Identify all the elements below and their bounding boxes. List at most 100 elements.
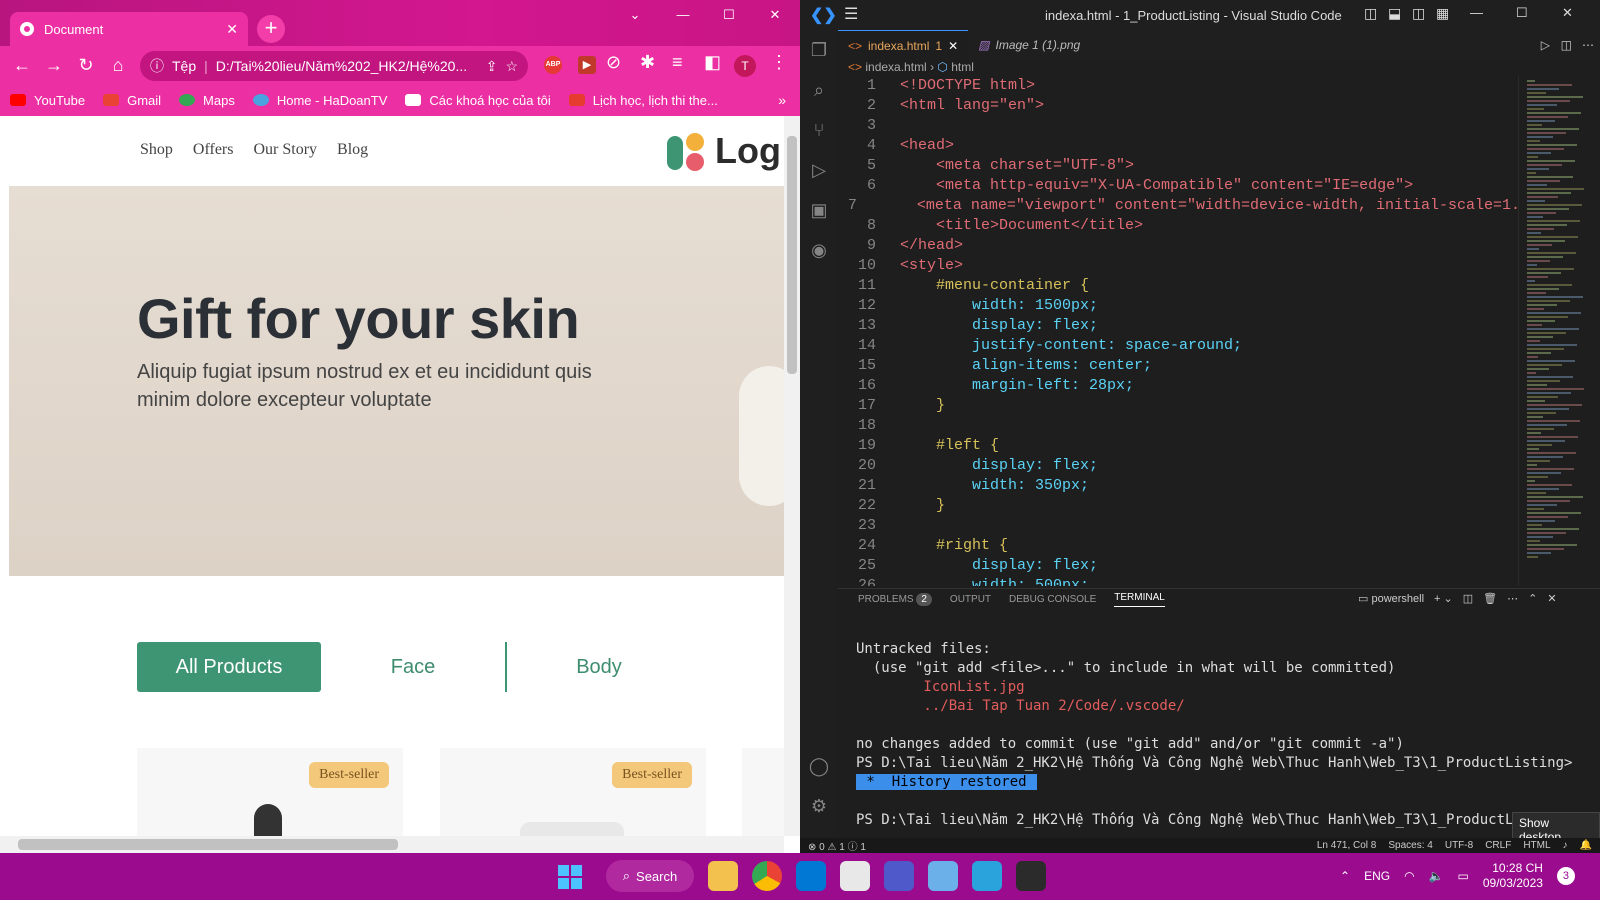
new-terminal-icon[interactable]: + ⌄: [1434, 592, 1453, 605]
tab-face[interactable]: Face: [321, 642, 505, 692]
bookmark-youtube[interactable]: YouTube: [10, 93, 85, 108]
split-editor-icon[interactable]: ◫: [1561, 38, 1572, 52]
vscode-taskbar-icon[interactable]: [796, 861, 826, 891]
extensions-icon[interactable]: ▣: [800, 190, 838, 230]
chrome-icon[interactable]: [752, 861, 782, 891]
terminal-app-icon[interactable]: [1016, 861, 1046, 891]
code-line[interactable]: 20 display: flex;: [838, 456, 1538, 476]
teams-icon[interactable]: [884, 861, 914, 891]
code-line[interactable]: 2 <html lang="en">: [838, 96, 1538, 116]
maximize-button[interactable]: ☐: [1516, 5, 1528, 21]
photos-app-icon[interactable]: [840, 861, 870, 891]
product-card[interactable]: Best-seller: [440, 748, 706, 836]
customize-layout-icon[interactable]: ▦: [1436, 5, 1449, 22]
product-card[interactable]: Best-seller: [137, 748, 403, 836]
code-line[interactable]: 5 <meta charset="UTF-8">: [838, 156, 1538, 176]
code-line[interactable]: 19 #left {: [838, 436, 1538, 456]
breadcrumb-element[interactable]: html: [951, 60, 974, 74]
site-logo[interactable]: Log: [665, 130, 781, 172]
code-line[interactable]: 15 align-items: center;: [838, 356, 1538, 376]
search-icon[interactable]: ⌕: [800, 70, 838, 110]
extension-icon[interactable]: ▶: [578, 56, 596, 74]
image-app-icon[interactable]: [928, 861, 958, 891]
media-controls-icon[interactable]: ≡: [672, 52, 683, 73]
close-tab-icon[interactable]: ✕: [948, 39, 958, 53]
home-icon[interactable]: ⌂: [102, 55, 134, 76]
reload-icon[interactable]: ↻: [70, 55, 102, 76]
indentation[interactable]: Spaces: 4: [1388, 840, 1432, 851]
source-control-icon[interactable]: ⑂: [800, 110, 838, 150]
input-language[interactable]: ENG: [1364, 869, 1390, 883]
vertical-scroll-thumb[interactable]: [787, 136, 797, 374]
code-line[interactable]: 9 </head>: [838, 236, 1538, 256]
encoding[interactable]: UTF-8: [1445, 840, 1473, 851]
new-tab-button[interactable]: +: [257, 15, 285, 43]
bookmark-maps[interactable]: Maps: [179, 93, 235, 108]
code-line[interactable]: 14 justify-content: space-around;: [838, 336, 1538, 356]
more-actions-icon[interactable]: ⋯: [1582, 38, 1594, 52]
minimize-button[interactable]: —: [660, 0, 706, 30]
panel-tab-output[interactable]: OUTPUT: [950, 594, 991, 605]
language-mode[interactable]: HTML: [1523, 840, 1550, 851]
puzzle-extensions-icon[interactable]: ✱: [640, 52, 655, 73]
maximize-panel-icon[interactable]: ⌃: [1528, 592, 1537, 605]
code-line[interactable]: 10 <style>: [838, 256, 1538, 276]
remote-icon[interactable]: ◉: [800, 230, 838, 270]
notification-count-badge[interactable]: 3: [1556, 867, 1575, 885]
code-line[interactable]: 17 }: [838, 396, 1538, 416]
maximize-button[interactable]: ☐: [706, 0, 752, 30]
show-hidden-icons-icon[interactable]: ⌃: [1340, 869, 1350, 883]
menu-dots-icon[interactable]: ⋮: [770, 52, 788, 73]
minimap[interactable]: [1518, 76, 1600, 586]
nav-shop[interactable]: Shop: [140, 141, 173, 159]
battery-icon[interactable]: ▭: [1458, 869, 1469, 883]
code-line[interactable]: 6 <meta http-equiv="X-UA-Compatible" con…: [838, 176, 1538, 196]
editor-tab-image[interactable]: ▨ Image 1 (1).png: [968, 30, 1090, 60]
file-explorer-icon[interactable]: [708, 861, 738, 891]
close-window-button[interactable]: ✕: [1562, 5, 1573, 21]
bookmark-courses[interactable]: Các khoá học của tôi: [405, 93, 551, 108]
tab-body[interactable]: Body: [507, 642, 691, 692]
code-line[interactable]: 4 <head>: [838, 136, 1538, 156]
code-line[interactable]: 16 margin-left: 28px;: [838, 376, 1538, 396]
bookmark-gmail[interactable]: Gmail: [103, 93, 161, 108]
toggle-panel-icon[interactable]: ⬓: [1388, 5, 1401, 22]
tab-all-products[interactable]: All Products: [137, 642, 321, 692]
editor-tab-indexa[interactable]: <> indexa.html 1 ✕: [838, 30, 969, 60]
settings-gear-icon[interactable]: ⚙: [800, 786, 838, 826]
browser-tab[interactable]: Document ✕: [10, 12, 248, 46]
trash-icon[interactable]: 🗑: [1483, 592, 1497, 605]
share-icon[interactable]: ⇪: [486, 58, 498, 75]
notifications-bell-icon[interactable]: 🔔: [1580, 840, 1592, 851]
back-icon[interactable]: ←: [6, 55, 38, 76]
more-bookmarks-icon[interactable]: »: [778, 92, 786, 108]
nav-offers[interactable]: Offers: [193, 141, 234, 159]
code-editor[interactable]: 1 <!DOCTYPE html> 2 <html lang="en"> 3 4 <head…: [838, 76, 1538, 586]
code-line[interactable]: 23: [838, 516, 1538, 536]
account-icon[interactable]: ◯: [800, 746, 838, 786]
tab-search-icon[interactable]: ⌄: [612, 0, 658, 30]
more-icon[interactable]: ⋯: [1507, 592, 1518, 605]
code-line[interactable]: 18: [838, 416, 1538, 436]
windows-start-icon[interactable]: [558, 865, 582, 889]
toggle-secondary-sidebar-icon[interactable]: ◫: [1412, 5, 1425, 22]
code-line[interactable]: 13 display: flex;: [838, 316, 1538, 336]
panel-tab-problems[interactable]: PROBLEMS 2: [858, 593, 932, 606]
code-line[interactable]: 26 width: 500px;: [838, 576, 1538, 586]
terminal-output[interactable]: Untracked files: (use "git add <file>...…: [856, 640, 1572, 830]
bookmark-schedule[interactable]: Lịch học, lịch thi the...: [568, 93, 718, 108]
bookmark-hadoantv[interactable]: Home - HaDoanTV: [252, 93, 387, 108]
code-line[interactable]: 1 <!DOCTYPE html>: [838, 76, 1538, 96]
minimize-button[interactable]: —: [1470, 5, 1483, 20]
split-terminal-icon[interactable]: ◫: [1463, 592, 1473, 605]
forward-icon[interactable]: →: [38, 55, 70, 76]
problems-status[interactable]: ⊗ 0 ⚠ 1 ⓘ 1: [808, 838, 866, 853]
nav-blog[interactable]: Blog: [337, 141, 368, 159]
toggle-sidebar-icon[interactable]: ◫: [1364, 5, 1377, 22]
bookmark-star-icon[interactable]: ☆: [505, 58, 518, 75]
nav-our-story[interactable]: Our Story: [253, 141, 317, 159]
run-icon[interactable]: ▷: [1541, 38, 1550, 52]
compass-extension-icon[interactable]: ⊘: [606, 52, 621, 73]
remote-desktop-icon[interactable]: [972, 861, 1002, 891]
product-card[interactable]: [742, 748, 784, 836]
